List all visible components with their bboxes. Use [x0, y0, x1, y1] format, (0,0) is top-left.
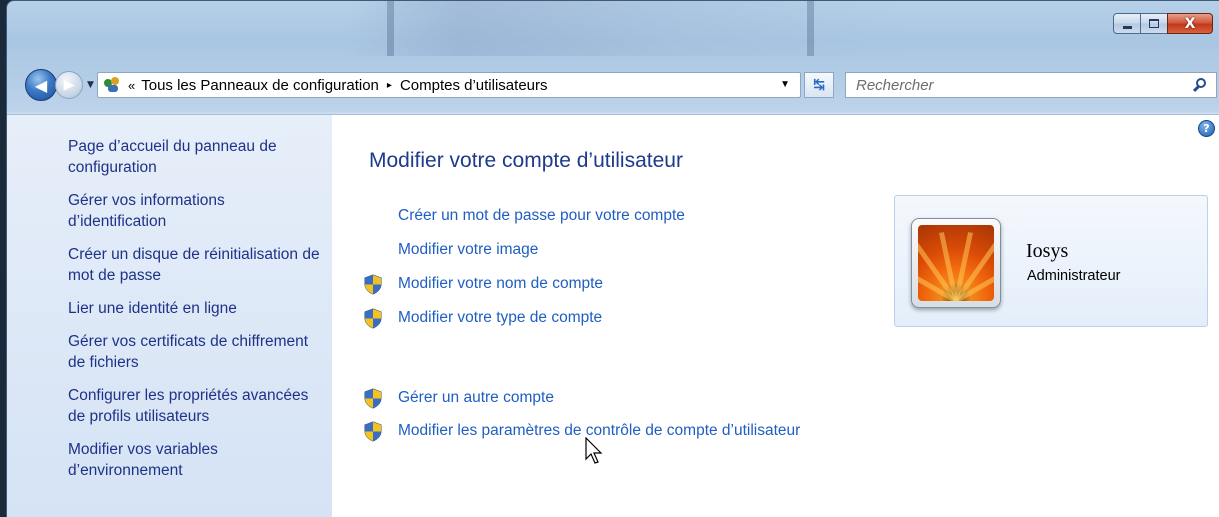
back-button[interactable]: ◀ — [25, 69, 57, 101]
sidebar-item-environment-variables[interactable]: Modifier vos variables d’environnement — [68, 439, 323, 481]
avatar — [911, 218, 1001, 308]
control-panel-icon — [104, 77, 122, 93]
maximize-icon — [1149, 19, 1159, 28]
sidebar-item-link-online-id[interactable]: Lier une identité en ligne — [68, 298, 323, 319]
shield-icon — [363, 307, 383, 329]
forward-button[interactable]: ▶ — [55, 71, 83, 99]
arrow-right-icon: ▶ — [63, 77, 75, 93]
close-icon: X — [1184, 15, 1196, 32]
refresh-icon: ↹ — [813, 77, 825, 93]
address-bar[interactable]: « Tous les Panneaux de configuration ▸ C… — [97, 72, 801, 98]
sidebar-item-advanced-profile-properties[interactable]: Configurer les propriétés avancées de pr… — [68, 385, 323, 427]
sidebar-item-manage-credentials[interactable]: Gérer vos informations d’identification — [68, 190, 323, 232]
arrow-left-icon: ◀ — [34, 75, 48, 95]
minimize-button[interactable] — [1113, 13, 1141, 34]
close-button[interactable]: X — [1167, 13, 1213, 34]
address-dropdown-chevron-down-icon[interactable]: ▼ — [780, 79, 790, 90]
navigation-bar: ◀ ▶ ▼ « Tous les Panneaux de configurati… — [7, 67, 1219, 105]
content-area: Page d’accueil du panneau de configurati… — [7, 114, 1219, 517]
task-manage-another-account[interactable]: Gérer un autre compte — [363, 387, 554, 409]
sidebar-item-control-panel-home[interactable]: Page d’accueil du panneau de configurati… — [68, 136, 323, 178]
user-account-card: Iosys Administrateur — [894, 195, 1208, 327]
refresh-button[interactable]: ↹ — [804, 72, 834, 98]
breadcrumb-item-all-control-panels[interactable]: Tous les Panneaux de configuration — [141, 77, 379, 94]
control-panel-window: X ◀ ▶ ▼ « Tous les Panneaux de configura… — [6, 0, 1219, 517]
task-create-password[interactable]: Créer un mot de passe pour votre compte — [363, 205, 685, 227]
sidebar-item-password-reset-disk[interactable]: Créer un disque de réinitialisation de m… — [68, 244, 323, 286]
shield-icon — [363, 273, 383, 295]
history-dropdown-chevron-down-icon[interactable]: ▼ — [87, 80, 94, 90]
user-name: Iosys — [1026, 240, 1069, 262]
main-panel: ? Modifier votre compte d’utilisateur Cr… — [332, 115, 1219, 517]
search-input[interactable] — [846, 74, 1176, 96]
task-link-label[interactable]: Modifier votre type de compte — [398, 309, 602, 327]
task-sidebar: Page d’accueil du panneau de configurati… — [7, 115, 332, 517]
shield-icon — [363, 387, 383, 409]
background-blur — [347, 1, 907, 56]
task-link-label[interactable]: Gérer un autre compte — [398, 389, 554, 407]
search-box — [845, 72, 1217, 98]
flower-avatar-icon — [918, 225, 994, 301]
task-link-label[interactable]: Créer un mot de passe pour votre compte — [398, 207, 685, 225]
task-link-label[interactable]: Modifier les paramètres de contrôle de c… — [398, 422, 800, 440]
breadcrumb-item-user-accounts[interactable]: Comptes d’utilisateurs — [400, 77, 548, 94]
help-button[interactable]: ? — [1198, 120, 1215, 137]
page-title: Modifier votre compte d’utilisateur — [369, 149, 683, 172]
task-change-account-type[interactable]: Modifier votre type de compte — [363, 307, 602, 329]
task-link-label[interactable]: Modifier votre nom de compte — [398, 275, 603, 293]
breadcrumb-overflow[interactable]: « — [128, 78, 135, 93]
caption-buttons: X — [1113, 13, 1213, 35]
breadcrumb-separator-icon[interactable]: ▸ — [387, 80, 392, 91]
task-change-account-name[interactable]: Modifier votre nom de compte — [363, 273, 603, 295]
shield-icon — [363, 420, 383, 442]
search-icon[interactable] — [1192, 77, 1208, 93]
minimize-icon — [1122, 25, 1132, 29]
task-link-label[interactable]: Modifier votre image — [398, 241, 538, 259]
maximize-button[interactable] — [1140, 13, 1168, 34]
sidebar-item-encryption-certificates[interactable]: Gérer vos certificats de chiffrement de … — [68, 331, 323, 373]
help-icon: ? — [1203, 122, 1210, 135]
task-uac-settings[interactable]: Modifier les paramètres de contrôle de c… — [363, 420, 800, 442]
task-change-picture[interactable]: Modifier votre image — [363, 239, 538, 261]
user-role: Administrateur — [1027, 268, 1121, 284]
